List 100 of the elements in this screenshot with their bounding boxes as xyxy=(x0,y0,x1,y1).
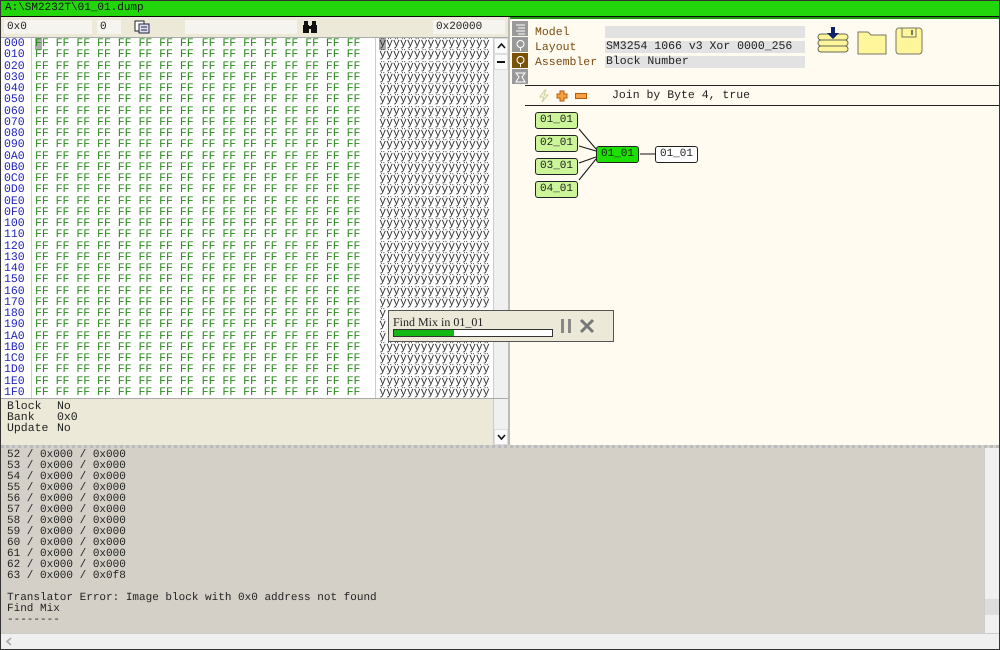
ascii-text: ÿ xyxy=(379,330,386,342)
row-address: 080 xyxy=(4,128,26,140)
hex-bytes: FF FF FF FF FF FF FF FF xyxy=(202,217,360,230)
row-address: 120 xyxy=(4,240,26,252)
hex-bytes: FF FF FF FF FF FF FF FF xyxy=(34,150,194,162)
hex-bytes: FF FF FF FF FF FF FF FF xyxy=(34,217,194,230)
row-address: 150 xyxy=(4,274,26,286)
binoculars-icon[interactable] xyxy=(302,20,318,34)
minus-icon[interactable] xyxy=(575,92,587,98)
property-label: Assembler xyxy=(535,55,598,70)
ascii-text: ÿÿÿÿÿÿÿÿÿÿÿÿÿÿÿÿ xyxy=(379,206,490,219)
ascii-text: ÿÿÿÿÿÿÿÿÿÿÿÿÿÿÿÿ xyxy=(379,70,490,84)
row-address: 110 xyxy=(4,229,26,240)
ascii-text: ÿÿÿÿÿÿÿÿÿÿÿÿÿÿÿÿ xyxy=(379,374,490,388)
row-address: 1C0 xyxy=(4,353,26,364)
hex-bytes: FF FF FF FF FF FF FF FF xyxy=(202,82,360,95)
value-field[interactable]: 0 xyxy=(97,20,121,34)
hex-bytes: FF FF FF FF FF FF FF FF xyxy=(202,70,360,84)
diagram-node[interactable]: 03_01 xyxy=(535,158,578,175)
hex-bytes: FF FF FF FF FF FF FF FF xyxy=(202,307,360,320)
hex-bytes: FF FF FF FF FF FF FF FF xyxy=(202,116,360,129)
hex-bytes: FF FF FF FF FF FF FF FF xyxy=(34,307,194,320)
property-label: Model xyxy=(535,25,571,40)
pause-icon[interactable] xyxy=(559,318,573,334)
hex-bytes: FF FF FF FF FF FF FF FF xyxy=(202,93,360,106)
row-address: 050 xyxy=(4,94,26,106)
hex-bytes: FF FF FF FF FF FF FF FF xyxy=(202,273,360,286)
ascii-text: ÿÿÿÿÿÿÿÿÿÿÿÿÿÿÿÿ xyxy=(379,138,490,152)
side-tab[interactable] xyxy=(512,21,528,36)
hex-bytes: FF FF FF FF FF FF FF FF xyxy=(202,37,360,50)
diagram-node[interactable]: 04_01 xyxy=(535,181,578,198)
hex-bytes: FF FF FF FF FF FF FF FF xyxy=(202,104,360,118)
hex-bytes: FF FF FF FF FF FF FF FF xyxy=(34,352,194,365)
ascii-text: ÿÿÿÿÿÿÿÿÿÿÿÿÿÿÿÿ xyxy=(379,93,490,106)
hex-bytes: FF FF FF FF FF FF FF FF xyxy=(34,37,194,50)
hex-bytes: FF FF FF FF FF FF FF FF xyxy=(34,363,194,376)
log-line: Find Mix xyxy=(7,604,61,615)
hex-bytes: FF FF FF FF FF FF FF FF xyxy=(34,340,194,354)
info-value: No xyxy=(57,401,71,412)
ascii-text: ÿÿÿÿÿÿÿÿÿÿÿÿÿÿÿÿ xyxy=(379,60,490,72)
hex-bytes: FF FF FF FF FF FF FF FF xyxy=(202,240,360,252)
diagram-node[interactable]: 01_01 xyxy=(596,146,640,163)
ascii-text: ÿÿÿÿÿÿÿÿÿÿÿÿÿÿÿÿ xyxy=(379,160,490,174)
diagram-node[interactable]: 01_01 xyxy=(535,112,578,129)
side-tab[interactable] xyxy=(512,53,528,68)
row-address: 090 xyxy=(4,139,26,150)
ascii-text: ÿÿÿÿÿÿÿÿÿÿÿÿÿÿÿÿ xyxy=(379,82,490,95)
hex-bytes: FF FF FF FF FF FF FF FF xyxy=(34,284,194,298)
info-label: Update xyxy=(7,423,50,434)
row-address: 140 xyxy=(4,263,26,274)
hex-bytes: FF FF FF FF FF FF FF FF xyxy=(202,48,360,62)
property-label: Layout xyxy=(535,40,578,55)
log-line: Translator Error: Image block with 0x0 address not found xyxy=(7,593,378,604)
row-address: 020 xyxy=(4,60,26,72)
log-line: 58 / 0x000 / 0x000 xyxy=(7,516,127,527)
log-line: 63 / 0x000 / 0x0f8 xyxy=(7,571,127,582)
diagram-node[interactable]: 02_01 xyxy=(535,135,578,152)
scroll-up-icon[interactable] xyxy=(496,43,506,49)
ascii-text: ÿÿÿÿÿÿÿÿÿÿÿÿÿÿÿÿ xyxy=(379,240,490,252)
side-tab[interactable] xyxy=(512,69,528,84)
plus-icon[interactable] xyxy=(556,90,568,102)
size-field[interactable]: 0x20000 xyxy=(433,20,505,34)
ascii-text: ÿÿÿÿÿÿÿÿÿÿÿÿÿÿÿÿ xyxy=(379,116,490,129)
scrollbar-thumb[interactable] xyxy=(985,599,999,615)
info-value: No xyxy=(57,423,72,434)
copy-icon[interactable] xyxy=(134,20,150,34)
log-line: 57 / 0x000 / 0x000 xyxy=(7,505,127,516)
scroll-down-icon[interactable] xyxy=(496,434,506,440)
hex-bytes: FF FF FF FF FF FF FF FF xyxy=(34,250,194,264)
close-icon[interactable] xyxy=(579,318,595,334)
scroll-left-icon[interactable] xyxy=(6,637,12,646)
row-address: 0D0 xyxy=(4,184,26,196)
hex-bytes: FF FF FF FF FF FF FF FF xyxy=(34,386,194,399)
ascii-text: ÿÿÿÿÿÿÿÿÿÿÿÿÿÿÿÿ xyxy=(379,48,490,62)
side-tab[interactable] xyxy=(512,37,528,52)
row-address: 190 xyxy=(4,319,26,330)
log-line: 60 / 0x000 / 0x000 xyxy=(7,538,127,549)
ascii-text: ÿÿÿÿÿÿÿÿÿÿÿÿÿÿÿÿ xyxy=(379,194,490,208)
row-address: 0C0 xyxy=(4,173,26,184)
hex-bytes: FF FF FF FF FF FF FF FF xyxy=(202,386,360,399)
property-field[interactable] xyxy=(605,26,805,38)
hex-bytes: FF FF FF FF FF FF FF FF xyxy=(202,127,360,140)
progress-title: Find Mix in 01_01 xyxy=(393,316,484,328)
property-field[interactable]: SM3254 1066 v3 Xor 0000_256 xyxy=(605,41,805,53)
stack-download-icon[interactable] xyxy=(817,27,849,55)
ascii-text: ÿÿÿÿÿÿÿÿÿÿÿÿÿÿÿÿ xyxy=(379,250,490,264)
row-address: 0A0 xyxy=(4,150,26,162)
property-field[interactable]: Block Number xyxy=(605,56,805,68)
hex-bytes: FF FF FF FF FF FF FF FF xyxy=(202,138,360,152)
ascii-text: ÿÿÿÿÿÿÿÿÿÿÿÿÿÿÿÿ xyxy=(379,296,490,309)
log-line: 52 / 0x000 / 0x000 xyxy=(7,450,127,461)
row-address: 100 xyxy=(4,218,26,230)
diagram-node[interactable]: 01_01 xyxy=(655,146,698,163)
hex-bytes: FF FF FF FF FF FF FF FF xyxy=(202,160,360,174)
address-field[interactable]: 0x0 xyxy=(4,20,92,34)
hex-bytes: FF FF FF FF FF FF FF FF xyxy=(34,228,194,242)
hex-bytes: FF FF FF FF FF FF FF FF xyxy=(202,352,360,365)
hex-bytes: FF FF FF FF FF FF FF FF xyxy=(202,250,360,264)
ascii-text: ÿÿÿÿÿÿÿÿÿÿÿÿÿÿÿÿ xyxy=(379,217,490,230)
hex-bytes: FF FF FF FF FF FF FF FF xyxy=(34,116,194,129)
